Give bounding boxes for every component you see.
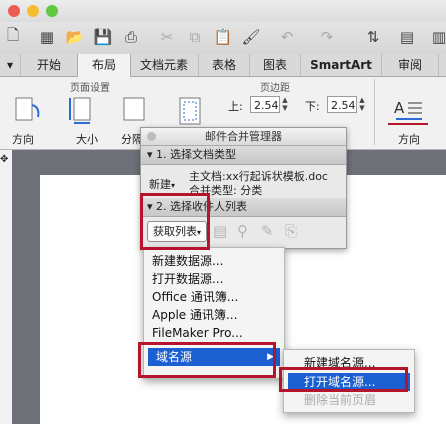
tab-smartart[interactable]: SmartArt [301, 54, 382, 76]
disclosure-triangle-icon[interactable]: ▾ [141, 148, 153, 161]
tab-tables[interactable]: 表格 [199, 54, 250, 76]
merge-type-text: 合并类型: 分类 [189, 184, 263, 197]
tab-layout[interactable]: 布局 [77, 54, 131, 77]
query-options-icon[interactable]: ⎘ [285, 222, 297, 240]
top-margin-input[interactable]: 2.54 [250, 96, 280, 113]
text-direction-icon[interactable]: A [392, 95, 426, 125]
section-doc-type-title: 1. 选择文档类型 [156, 148, 237, 161]
filter-recipients-icon[interactable]: ⚲ [237, 222, 248, 240]
new-button-label: 新建 [149, 178, 171, 191]
format-painter-icon[interactable]: 🖌 [240, 26, 262, 48]
text-direction-label: 方向 [398, 133, 420, 146]
submenu-arrow-icon: ▶ [267, 352, 274, 362]
orientation-icon[interactable] [12, 95, 42, 125]
get-list-label: 获取列表 [152, 225, 197, 238]
disclosure-triangle-icon[interactable]: ▾ [141, 200, 153, 213]
save-icon[interactable]: 💾 [92, 26, 114, 48]
margins-icon[interactable] [176, 95, 206, 129]
new-document-icon[interactable]: 🗋 [2, 26, 24, 48]
close-window-button[interactable] [8, 5, 20, 17]
bottom-margin-label: 下: [305, 100, 320, 113]
submenu-new-domain-source[interactable]: 新建域名源... [284, 354, 414, 372]
svg-text:A: A [394, 99, 405, 117]
new-document-type-button[interactable]: 新建▾ [149, 176, 175, 192]
zoom-window-button[interactable] [46, 5, 58, 17]
copy-icon[interactable]: ⧉ [184, 26, 206, 48]
menu-domain-source[interactable]: 域名源 ▶ [148, 348, 280, 366]
menu-filemaker-pro[interactable]: FileMaker Pro... [144, 324, 284, 342]
top-margin-stepper-icon[interactable]: ▲ ▼ [281, 96, 289, 113]
orientation-label: 方向 [12, 133, 34, 146]
sidebar-toggle-icon[interactable]: ▤ [396, 26, 418, 48]
paste-icon[interactable]: 📋 [212, 26, 234, 48]
print-icon[interactable]: ⎙ [120, 26, 142, 48]
section-doc-type-header[interactable]: ▾ 1. 选择文档类型 [141, 146, 346, 165]
edit-data-source-icon[interactable]: ▤ [213, 222, 227, 240]
bottom-margin-input[interactable]: 2.54 [327, 96, 357, 113]
get-list-menu: 新建数据源... 打开数据源... Office 通讯簿... Apple 通讯… [143, 247, 285, 379]
edit-recipients-icon[interactable]: ✎ [261, 222, 274, 240]
templates-gallery-icon[interactable]: ▦ [36, 26, 58, 48]
page-setup-group-label: 页面设置 [70, 83, 110, 94]
panel-close-button[interactable] [147, 132, 156, 141]
columns-icon[interactable] [120, 95, 150, 125]
section-recipients-header[interactable]: ▾ 2. 选择收件人列表 [141, 198, 346, 217]
window-titlebar [0, 0, 446, 22]
tab-review[interactable]: 审阅 [382, 54, 439, 76]
top-margin-label: 上: [228, 100, 243, 113]
tab-document-elements[interactable]: 文档元素 [130, 54, 199, 76]
bottom-margin-stepper-icon[interactable]: ▲ ▼ [358, 96, 366, 113]
panel-title: 邮件合并管理器 [141, 128, 346, 146]
get-list-button[interactable]: 获取列表▾ [147, 221, 207, 242]
sort-icon[interactable]: ⇅ [362, 26, 384, 48]
tab-home-arrow-icon[interactable]: ▾ [0, 54, 21, 76]
tab-charts[interactable]: 图表 [250, 54, 301, 76]
vertical-ruler [0, 150, 12, 424]
ribbon-tabs: ▾ 开始 布局 文档元素 表格 图表 SmartArt 审阅 [0, 54, 446, 77]
minimize-window-button[interactable] [27, 5, 39, 17]
table-insert-icon[interactable]: ▥ [428, 26, 446, 48]
size-icon[interactable] [66, 95, 96, 125]
redo-icon[interactable]: ↷ [316, 26, 338, 48]
ruler-marker-icon[interactable]: ✥ [0, 154, 8, 165]
domain-source-submenu: 新建域名源... 打开域名源... 删除当前页眉 [283, 349, 415, 413]
standard-toolbar: 🗋 ▦ 📂 💾 ⎙ ✂ ⧉ 📋 🖌 ↶ ↷ ⇅ ▤ ▥ [0, 22, 446, 55]
section-recipients-title: 2. 选择收件人列表 [156, 200, 248, 213]
menu-office-address-book[interactable]: Office 通讯簿... [144, 288, 284, 306]
submenu-delete-header: 删除当前页眉 [304, 393, 377, 407]
margins-group-label: 页边距 [260, 83, 290, 94]
menu-apple-address-book[interactable]: Apple 通讯簿... [144, 306, 284, 324]
cut-icon[interactable]: ✂ [156, 26, 178, 48]
undo-icon[interactable]: ↶ [276, 26, 298, 48]
menu-open-data-source[interactable]: 打开数据源... [144, 270, 284, 288]
tab-home[interactable]: 开始 [21, 54, 78, 76]
open-icon[interactable]: 📂 [64, 26, 86, 48]
size-label: 大小 [76, 133, 98, 146]
mail-merge-manager-panel: 邮件合并管理器 ▾ 1. 选择文档类型 新建▾ 主文档:xx行起诉状模板.doc… [140, 127, 347, 249]
domain-source-label: 域名源 [156, 350, 193, 364]
ribbon-divider [374, 79, 375, 145]
menu-new-data-source[interactable]: 新建数据源... [144, 252, 284, 270]
submenu-open-domain-source[interactable]: 打开域名源... [288, 373, 410, 391]
